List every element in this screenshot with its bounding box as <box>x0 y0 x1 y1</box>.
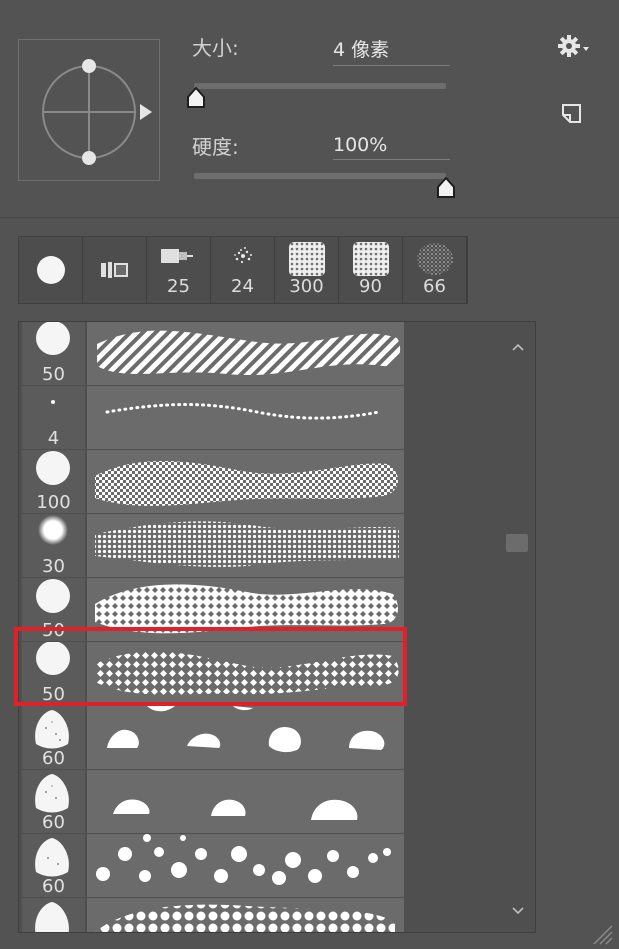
recent-presets-bar: 25 24 300 90 66 <box>18 236 468 304</box>
preset-texture-brush[interactable]: 300 <box>275 237 339 303</box>
size-slider-track[interactable] <box>194 83 446 89</box>
brush-tip-thumbnail: 100 <box>22 450 85 513</box>
resize-grip-icon[interactable] <box>592 924 614 946</box>
hardness-slider-thumb[interactable] <box>436 177 456 199</box>
preset-spatter-brush[interactable]: 24 <box>211 237 275 303</box>
brush-item[interactable]: 4 <box>22 386 404 449</box>
size-label: 大小: <box>192 36 239 60</box>
brush-stroke-preview <box>87 322 404 385</box>
hardness-value-field[interactable]: 100% <box>333 134 450 160</box>
brush-item[interactable] <box>22 898 404 932</box>
brush-tip-thumbnail: 4 <box>22 386 85 449</box>
brush-stroke-preview <box>87 706 404 769</box>
brush-item[interactable]: 50 <box>22 322 404 385</box>
brush-item[interactable]: 60 <box>22 834 404 897</box>
brush-tip-thumbnail: 60 <box>22 706 85 769</box>
roundness-handle-top <box>82 59 96 73</box>
brush-stroke-preview <box>87 898 404 932</box>
preset-round-brush[interactable] <box>19 237 83 303</box>
size-value-field[interactable]: 4 像素 <box>333 35 450 66</box>
brush-tip-thumbnail: 60 <box>22 834 85 897</box>
brush-stroke-preview <box>87 450 404 513</box>
brush-stroke-preview <box>87 514 404 577</box>
preset-chalk-brush[interactable] <box>83 237 147 303</box>
selected-brush-highlight <box>14 627 407 706</box>
brush-item[interactable]: 60 <box>22 706 404 769</box>
brush-tip-thumbnail: 60 <box>22 770 85 833</box>
brush-stroke-preview <box>87 834 404 897</box>
preset-pen-brush[interactable]: 25 <box>147 237 211 303</box>
brush-angle-preview[interactable] <box>18 39 160 181</box>
brush-tip-thumbnail: 50 <box>22 322 85 385</box>
angle-arrow-icon <box>140 104 152 120</box>
brush-angle-widget[interactable] <box>19 40 159 180</box>
brush-item[interactable]: 60 <box>22 770 404 833</box>
brush-stroke-preview <box>87 386 404 449</box>
separator <box>0 217 619 218</box>
scrollbar-thumb <box>506 534 528 552</box>
preset-spray-brush[interactable]: 66 <box>403 237 467 303</box>
brush-tip-thumbnail: 30 <box>22 514 85 577</box>
chevron-up-icon <box>512 343 524 351</box>
new-preset-icon[interactable] <box>560 102 584 126</box>
preset-texture-brush-2[interactable]: 90 <box>339 237 403 303</box>
brush-list-scrollbar[interactable] <box>502 330 532 930</box>
hardness-slider-track[interactable] <box>194 173 446 179</box>
brush-tip-thumbnail <box>22 898 85 932</box>
hardness-label: 硬度: <box>192 135 239 159</box>
brush-item[interactable]: 30 <box>22 514 404 577</box>
brush-stroke-preview <box>87 770 404 833</box>
roundness-handle-bottom <box>82 151 96 165</box>
size-slider-thumb[interactable] <box>186 87 206 109</box>
gear-icon[interactable] <box>558 34 592 58</box>
brush-item[interactable]: 100 <box>22 450 404 513</box>
chevron-down-icon <box>512 907 524 915</box>
